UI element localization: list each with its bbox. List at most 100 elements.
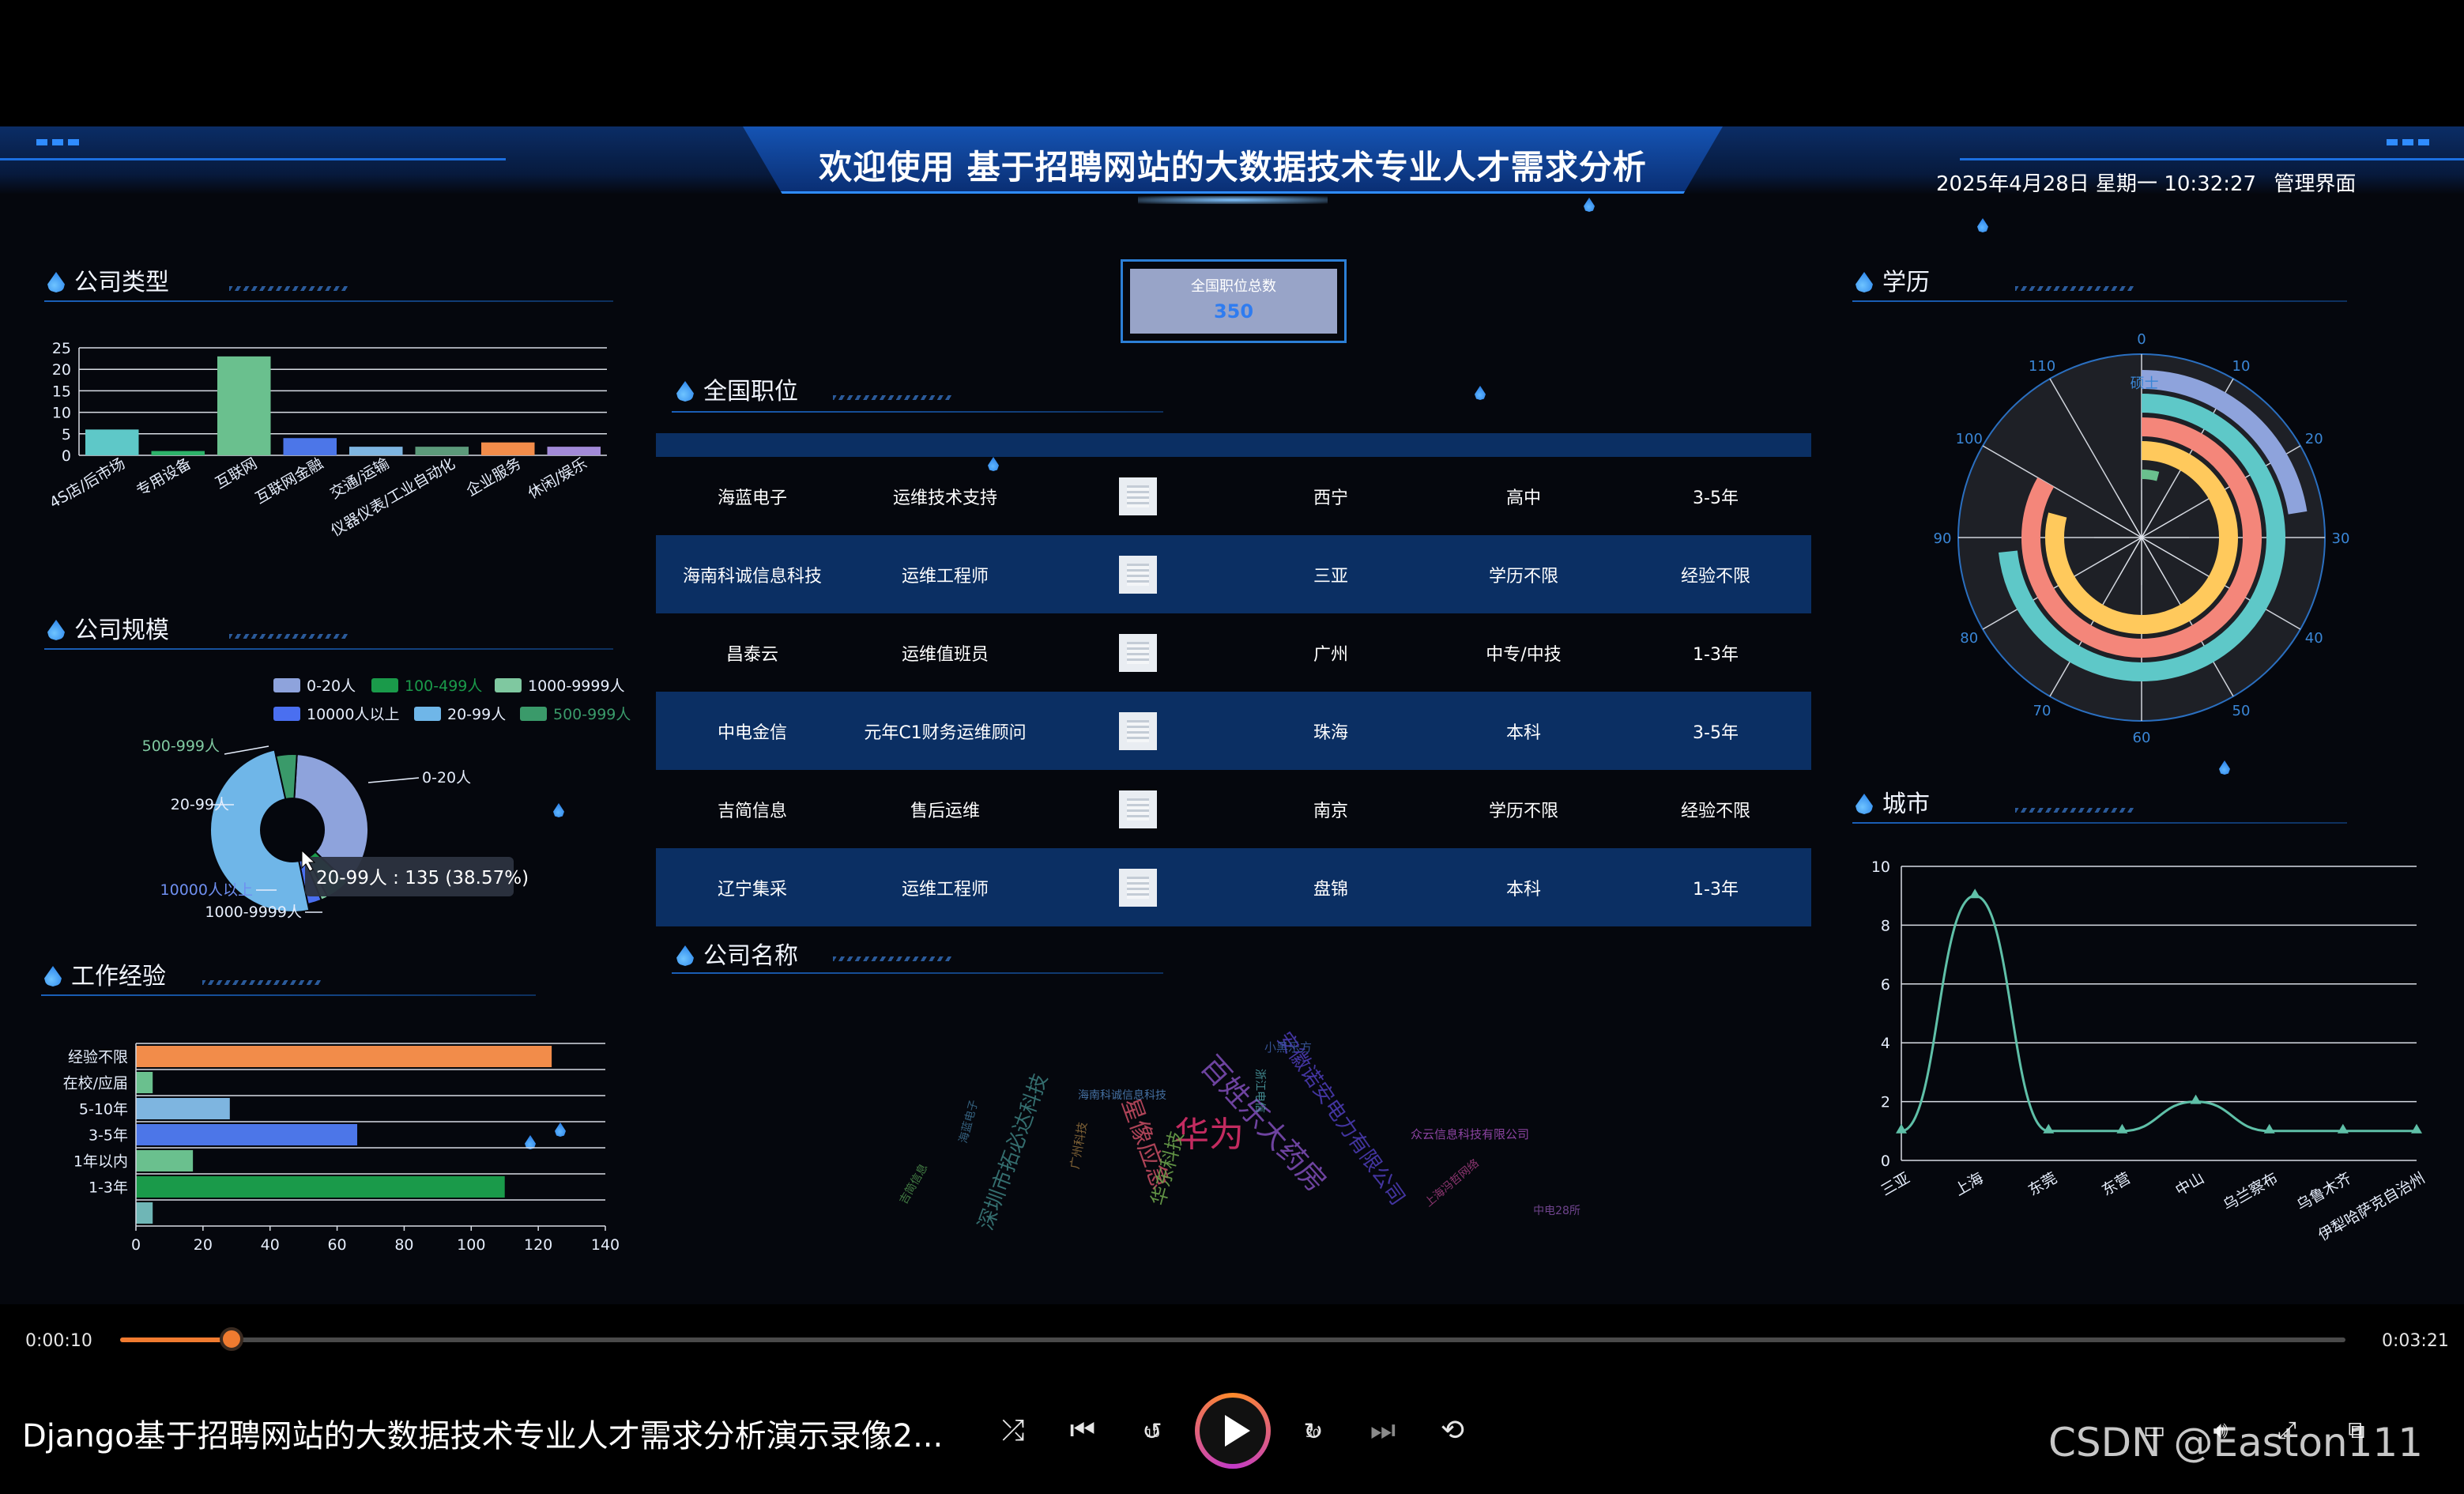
header-deco-right xyxy=(2402,139,2413,145)
angle-tick-label: 100 xyxy=(1956,431,1983,447)
angle-tick-label: 110 xyxy=(2029,358,2055,375)
total-jobs-value: 350 xyxy=(1213,300,1254,323)
cell-city: 珠海 xyxy=(1313,722,1348,743)
jobs-table-header xyxy=(656,433,1811,457)
panel-title-stripe xyxy=(833,956,951,961)
table-row[interactable]: 吉简信息 售后运维 南京 学历不限 经验不限 xyxy=(656,770,1811,848)
y-tick-label: 0 xyxy=(1881,1153,1890,1170)
legend-swatch xyxy=(520,707,547,721)
wordcloud-word: 安徽诺安电力有限公司 xyxy=(1272,1028,1410,1209)
panel-title-stripe xyxy=(833,395,951,400)
x-tick-label: 上海 xyxy=(1952,1169,1987,1199)
page-title: 欢迎使用 基于招聘网站的大数据技术专业人才需求分析 xyxy=(819,148,1647,187)
y-tick-label: 1-3年 xyxy=(89,1179,128,1197)
header-glow xyxy=(1138,196,1328,204)
pie-label: 1000-9999人 xyxy=(205,904,302,921)
panel-title-underline xyxy=(44,648,613,650)
play-button[interactable] xyxy=(1195,1393,1271,1469)
x-tick-label: 互联网 xyxy=(213,455,260,492)
data-point xyxy=(2116,1123,2128,1134)
angle-tick-label: 60 xyxy=(2133,730,2151,743)
y-tick-label: 15 xyxy=(52,383,71,400)
series-line xyxy=(1901,894,2417,1133)
cell-logo xyxy=(1042,868,1234,907)
panel-title-company-size: 公司规模 xyxy=(47,610,169,645)
previous-icon[interactable]: ⏮ xyxy=(1062,1410,1103,1451)
cell-city: 南京 xyxy=(1313,801,1348,821)
table-row[interactable]: 中电金信 元年C1财务运维顾问 珠海 本科 3-5年 xyxy=(656,692,1811,770)
x-tick-label: 40 xyxy=(261,1236,280,1254)
y-tick-label: 5 xyxy=(62,426,71,443)
shuffle-icon[interactable]: ⤮ xyxy=(993,1410,1034,1451)
wordcloud-word: 上海冯哲网络 xyxy=(1422,1157,1482,1209)
cell-education: 高中 xyxy=(1505,488,1541,508)
header-line-right xyxy=(1960,158,2464,160)
city-line-chart: 0246810三亚 上海 东莞 东营 中山 乌兰察布 乌鲁木齐伊犁哈萨克自治州 xyxy=(1871,858,2428,1244)
wordcloud-word: 广州科技 xyxy=(1068,1121,1090,1170)
table-row[interactable]: 昌泰云 运维值班员 广州 中专/中技 1-3年 xyxy=(656,613,1811,692)
table-row[interactable]: 海蓝电子 运维技术支持 西宁 高中 3-5年 xyxy=(656,457,1811,535)
x-tick-label: 0 xyxy=(131,1236,141,1254)
legend-swatch xyxy=(495,678,522,692)
current-time: 0:00:10 xyxy=(25,1331,92,1351)
cell-experience: 1-3年 xyxy=(1693,879,1739,900)
table-row[interactable]: 海南科诚信息科技 运维工程师 三亚 学历不限 经验不限 xyxy=(656,535,1811,613)
cell-education: 学历不限 xyxy=(1488,566,1558,587)
pie-label-line xyxy=(367,777,420,783)
panel-title-education: 学历 xyxy=(1856,262,1930,297)
cell-title: 运维技术支持 xyxy=(892,488,997,508)
legend-swatch xyxy=(414,707,441,721)
wordcloud-word: 浙江电信 xyxy=(1253,1069,1266,1113)
bar xyxy=(136,1046,552,1067)
angle-tick-label: 0 xyxy=(2137,332,2146,348)
cell-experience: 3-5年 xyxy=(1693,722,1739,743)
bar xyxy=(136,1098,230,1119)
y-tick-label: 8 xyxy=(1881,917,1890,934)
company-size-donut-chart: 0-20人 100-499人 1000-9999人 10000人以上 20-99人 500… xyxy=(142,677,631,921)
legend-label: 20-99人 xyxy=(447,706,506,723)
x-tick-label: 60 xyxy=(327,1236,346,1254)
y-tick-label: 5-10年 xyxy=(79,1101,128,1119)
angle-tick-label: 20 xyxy=(2305,431,2323,447)
y-tick-label: 10 xyxy=(52,405,71,422)
cell-education: 本科 xyxy=(1505,722,1541,743)
drop-icon xyxy=(676,945,694,966)
pie-label: 500-999人 xyxy=(142,738,220,755)
bar xyxy=(136,1202,153,1224)
drop-icon xyxy=(1856,272,1873,292)
repeat-off-icon[interactable]: ⟲ xyxy=(1432,1410,1473,1451)
progress-track[interactable] xyxy=(120,1327,2345,1351)
x-tick-label: 仪器仪表/工业自动化 xyxy=(328,455,458,540)
header-deco-left xyxy=(52,139,63,145)
angle-tick-label: 30 xyxy=(2332,530,2350,547)
progress-knob[interactable] xyxy=(219,1327,243,1351)
panel-title-underline xyxy=(41,994,536,996)
cell-title: 运维工程师 xyxy=(901,566,989,587)
data-point xyxy=(2263,1123,2275,1134)
cell-logo xyxy=(1042,555,1234,594)
header-line-left xyxy=(0,158,506,160)
video-title: Django基于招聘网站的大数据技术专业人才需求分析演示录像2... xyxy=(22,1418,944,1454)
admin-link[interactable]: 管理界面 xyxy=(2274,172,2356,196)
cell-title: 元年C1财务运维顾问 xyxy=(864,722,1027,743)
cell-city: 三亚 xyxy=(1313,566,1348,587)
legend-label: 0-20人 xyxy=(307,677,356,695)
next-icon[interactable]: ⏭ xyxy=(1362,1410,1403,1451)
panel-title-experience: 工作经验 xyxy=(44,956,166,991)
cell-city: 西宁 xyxy=(1313,488,1348,508)
x-tick-label: 三亚 xyxy=(1878,1169,1913,1199)
play-icon xyxy=(1225,1415,1250,1447)
company-name-wordcloud: 华为百姓乐大药房深圳市拓必达科技 星像应急华东科技 安徽诺安电力有限公司 众云信息科技… xyxy=(897,1028,1581,1233)
angle-tick-label: 50 xyxy=(2232,703,2251,719)
cell-education: 学历不限 xyxy=(1488,801,1558,821)
pie-label: 0-20人 xyxy=(422,769,471,787)
company-logo-icon xyxy=(1119,868,1157,907)
skip-back-button[interactable]: ↺ 10 xyxy=(1132,1410,1173,1451)
panel-title-stripe xyxy=(2015,808,2134,813)
panel-title-underline xyxy=(44,300,613,302)
company-logo-icon xyxy=(1119,790,1157,828)
skip-forward-button[interactable]: ↻ 30 xyxy=(1293,1410,1334,1451)
table-row[interactable]: 辽宁集采 运维工程师 盘锦 本科 1-3年 xyxy=(656,848,1811,926)
header-info: 2025年4月28日 星期一 10:32:27 管理界面 xyxy=(1936,168,2356,197)
company-logo-icon xyxy=(1119,633,1157,672)
